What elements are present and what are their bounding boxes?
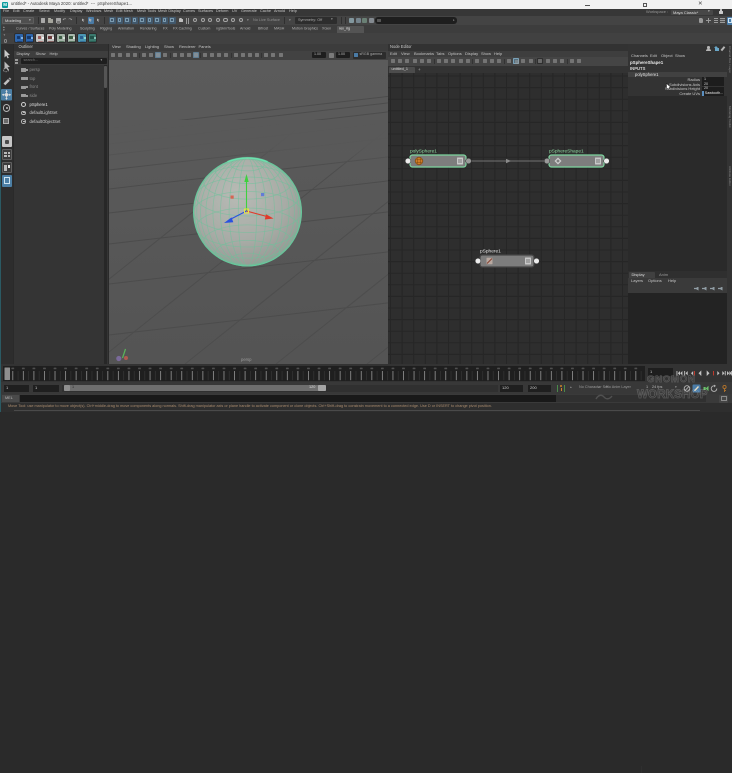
svg-text:pSphereShape1: pSphereShape1 (549, 149, 584, 155)
svg-text:persp: persp (241, 357, 252, 362)
svg-text:pSphere1: pSphere1 (480, 249, 501, 255)
svg-text:polySphere1: polySphere1 (410, 149, 437, 155)
